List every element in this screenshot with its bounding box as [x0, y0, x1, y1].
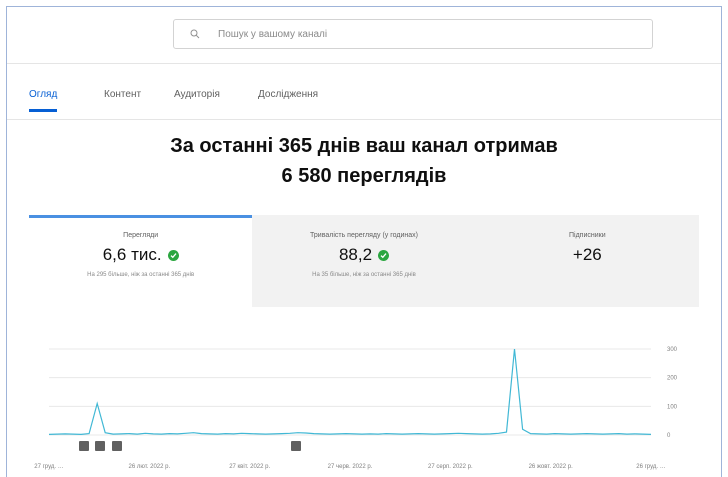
y-axis: 300 200 100 0: [667, 347, 678, 439]
x-tick-label: 26 жовт. 2022 р.: [529, 464, 574, 470]
metric-label: Перегляди: [123, 232, 159, 239]
metric-value: 88,2: [338, 245, 373, 264]
tab-content[interactable]: Контент: [104, 89, 141, 112]
annotation-marker[interactable]: [79, 441, 89, 451]
x-axis: 27 груд. … 26 лют. 2022 р. 27 квіт. 2022 р…: [34, 464, 665, 470]
metric-note: На 35 більше, ніж за останні 365 днів: [312, 272, 416, 278]
metric-label: Підписники: [569, 232, 606, 239]
x-tick-label: 26 лют. 2022 р.: [129, 464, 171, 470]
y-tick-label: 300: [667, 347, 678, 353]
views-line-chart: 300 200 100 0 27 груд. … 26 лют. 2022 р. 27 к…: [34, 347, 678, 470]
search-placeholder: Пошук у вашому каналі: [218, 28, 328, 40]
metric-value: 6,6 тис.: [102, 245, 162, 264]
annotation-marker[interactable]: [95, 441, 105, 451]
x-tick-label: 26 груд. …: [636, 464, 665, 470]
x-tick-label: 27 серп. 2022 р.: [428, 464, 473, 470]
annotation-marker[interactable]: [291, 441, 301, 451]
chart-grid: [49, 348, 651, 436]
metric-note: На 295 більше, ніж за останні 365 днів: [87, 272, 195, 278]
y-tick-label: 100: [667, 404, 678, 410]
tab-audience[interactable]: Аудиторія: [174, 89, 220, 112]
metric-cards: Перегляди 6,6 тис. На 295 більше, ніж за…: [29, 215, 699, 307]
check-icon: [167, 249, 179, 261]
views-series-line: [48, 348, 652, 436]
x-tick-label: 27 черв. 2022 р.: [328, 464, 373, 470]
search-icon: [190, 29, 214, 39]
y-tick-label: 200: [667, 376, 678, 382]
y-tick-label: 0: [667, 433, 671, 439]
top-bar: Пошук у вашому каналі: [7, 7, 721, 64]
check-icon: [378, 249, 390, 261]
analytics-frame: Пошук у вашому каналі Огляд Контент Ауди…: [6, 6, 722, 477]
headline-line-2: 6 580 переглядів: [281, 165, 447, 187]
metric-card-subscribers[interactable]: Підписники +26: [475, 215, 699, 307]
metric-card-views[interactable]: Перегляди 6,6 тис. На 295 більше, ніж за…: [29, 215, 253, 307]
tab-research[interactable]: Дослідження: [258, 89, 318, 112]
x-tick-label: 27 груд. …: [34, 464, 63, 470]
page-title: За останні 365 днів ваш канал отримав 6 …: [7, 131, 721, 191]
tab-overview[interactable]: Огляд: [29, 89, 58, 112]
metric-label: Тривалість перегляду (у годинах): [310, 232, 418, 239]
metric-card-watch-time[interactable]: Тривалість перегляду (у годинах) 88,2 На…: [252, 215, 476, 307]
metric-value: +26: [572, 245, 602, 264]
annotation-marker[interactable]: [112, 441, 122, 451]
headline-line-1: За останні 365 днів ваш канал отримав: [170, 135, 558, 157]
tab-bar: Огляд Контент Аудиторія Дослідження: [7, 75, 721, 120]
search-input[interactable]: Пошук у вашому каналі: [173, 19, 653, 49]
x-tick-label: 27 квіт. 2022 р.: [229, 464, 270, 470]
chart-markers: [79, 441, 301, 451]
